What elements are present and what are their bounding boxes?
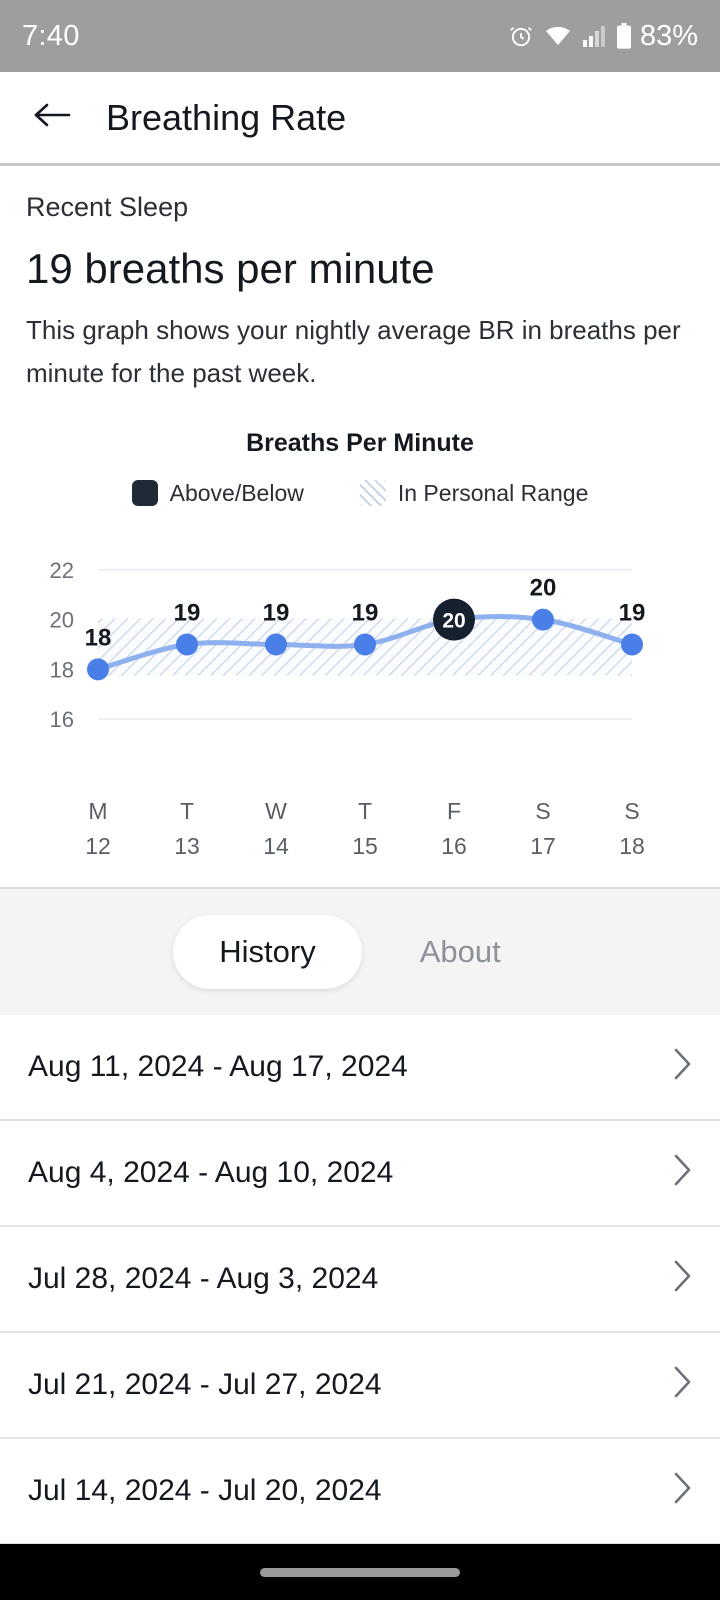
summary-label: Recent Sleep	[26, 192, 189, 222]
status-icon-group: 83%	[508, 20, 698, 53]
svg-text:M: M	[88, 798, 107, 824]
svg-text:12: 12	[85, 833, 111, 859]
summary-section: Recent Sleep 19 breaths per minute This …	[0, 166, 720, 395]
svg-text:16: 16	[441, 833, 467, 859]
cell-signal-icon	[582, 25, 606, 47]
wifi-icon	[544, 25, 572, 47]
svg-text:S: S	[535, 798, 550, 824]
history-row[interactable]: Aug 11, 2024 - Aug 17, 2024	[0, 1015, 720, 1121]
battery-percent: 83%	[639, 19, 698, 52]
history-row-label: Aug 11, 2024 - Aug 17, 2024	[28, 1049, 408, 1083]
chevron-right-icon	[672, 1153, 692, 1192]
svg-text:18: 18	[50, 657, 74, 682]
svg-text:17: 17	[530, 833, 556, 859]
legend-item-above-below: Above/Below	[131, 479, 304, 507]
status-time: 7:40	[22, 19, 80, 52]
svg-text:14: 14	[263, 833, 289, 859]
arrow-left-icon	[33, 100, 71, 135]
svg-text:19: 19	[619, 599, 646, 626]
svg-text:F: F	[447, 798, 461, 824]
app-bar: Breathing Rate	[0, 72, 720, 166]
svg-text:20: 20	[530, 574, 557, 601]
page-title: Breathing Rate	[106, 96, 347, 138]
tab-bar: History About	[0, 886, 720, 1015]
svg-text:19: 19	[352, 599, 379, 626]
chart-plot-area[interactable]: 16 18 20 22 20 18 19 19 19 20 19 M 12 T 13 W 14 T 15 F 16…	[0, 529, 720, 869]
tab-history[interactable]: History	[173, 914, 362, 989]
svg-text:13: 13	[174, 833, 200, 859]
svg-text:15: 15	[352, 833, 378, 859]
status-bar: 7:40 83%	[0, 0, 720, 72]
phone-screen: 7:40 83% Breathing Rate Recent Sleep 19 …	[0, 0, 720, 1600]
home-indicator[interactable]	[260, 1567, 460, 1577]
system-navigation-bar	[0, 1544, 720, 1600]
legend-swatch-in-range-icon	[359, 480, 386, 507]
svg-text:S: S	[624, 798, 639, 824]
legend-label-above-below: Above/Below	[169, 479, 304, 506]
chart-title: Breaths Per Minute	[246, 428, 474, 457]
history-row[interactable]: Aug 4, 2024 - Aug 10, 2024	[0, 1121, 720, 1227]
history-row-label: Jul 21, 2024 - Jul 27, 2024	[28, 1367, 382, 1401]
svg-text:T: T	[180, 798, 194, 824]
history-list: Aug 11, 2024 - Aug 17, 2024 Aug 4, 2024 -…	[0, 1014, 720, 1545]
battery-icon	[616, 23, 632, 49]
chart-card: Breaths Per Minute Above/Below In Person…	[0, 395, 720, 887]
legend-swatch-above-below-icon	[131, 480, 158, 507]
tab-about[interactable]: About	[374, 915, 547, 989]
legend-label-in-range: In Personal Range	[397, 479, 589, 506]
back-button[interactable]	[26, 92, 78, 144]
history-row[interactable]: Jul 21, 2024 - Jul 27, 2024	[0, 1333, 720, 1439]
svg-text:19: 19	[174, 599, 201, 626]
svg-text:19: 19	[263, 599, 290, 626]
history-row[interactable]: Jul 28, 2024 - Aug 3, 2024	[0, 1227, 720, 1333]
svg-text:18: 18	[619, 833, 645, 859]
summary-value: 19 breaths per minute	[26, 245, 435, 292]
history-row[interactable]: Jul 14, 2024 - Jul 20, 2024	[0, 1439, 720, 1545]
svg-text:W: W	[265, 798, 287, 824]
legend-item-in-range: In Personal Range	[359, 479, 589, 507]
chevron-right-icon	[672, 1471, 692, 1510]
chart-legend: Above/Below In Personal Range	[0, 480, 720, 507]
history-row-label: Jul 14, 2024 - Jul 20, 2024	[28, 1473, 382, 1507]
alarm-icon	[508, 23, 534, 49]
svg-text:18: 18	[85, 624, 112, 651]
chevron-right-icon	[672, 1047, 692, 1086]
chevron-right-icon	[672, 1365, 692, 1404]
svg-text:T: T	[358, 798, 372, 824]
svg-text:22: 22	[50, 558, 74, 583]
breathing-rate-line-chart: 16 18 20 22 20 18 19 19 19 20 19 M 12 T 13 W 14 T 15 F 16…	[50, 558, 646, 859]
chart-y-axis-labels: 16 18 20 22	[50, 558, 74, 732]
history-row-label: Aug 4, 2024 - Aug 10, 2024	[28, 1155, 394, 1189]
summary-description: This graph shows your nightly average BR…	[26, 315, 681, 388]
svg-text:16: 16	[50, 707, 74, 732]
history-row-label: Jul 28, 2024 - Aug 3, 2024	[28, 1261, 379, 1295]
svg-text:20: 20	[442, 609, 465, 632]
chart-x-axis-labels: M 12 T 13 W 14 T 15 F 16 S 17 S 18	[85, 798, 645, 859]
svg-text:20: 20	[50, 607, 74, 632]
chevron-right-icon	[672, 1259, 692, 1298]
